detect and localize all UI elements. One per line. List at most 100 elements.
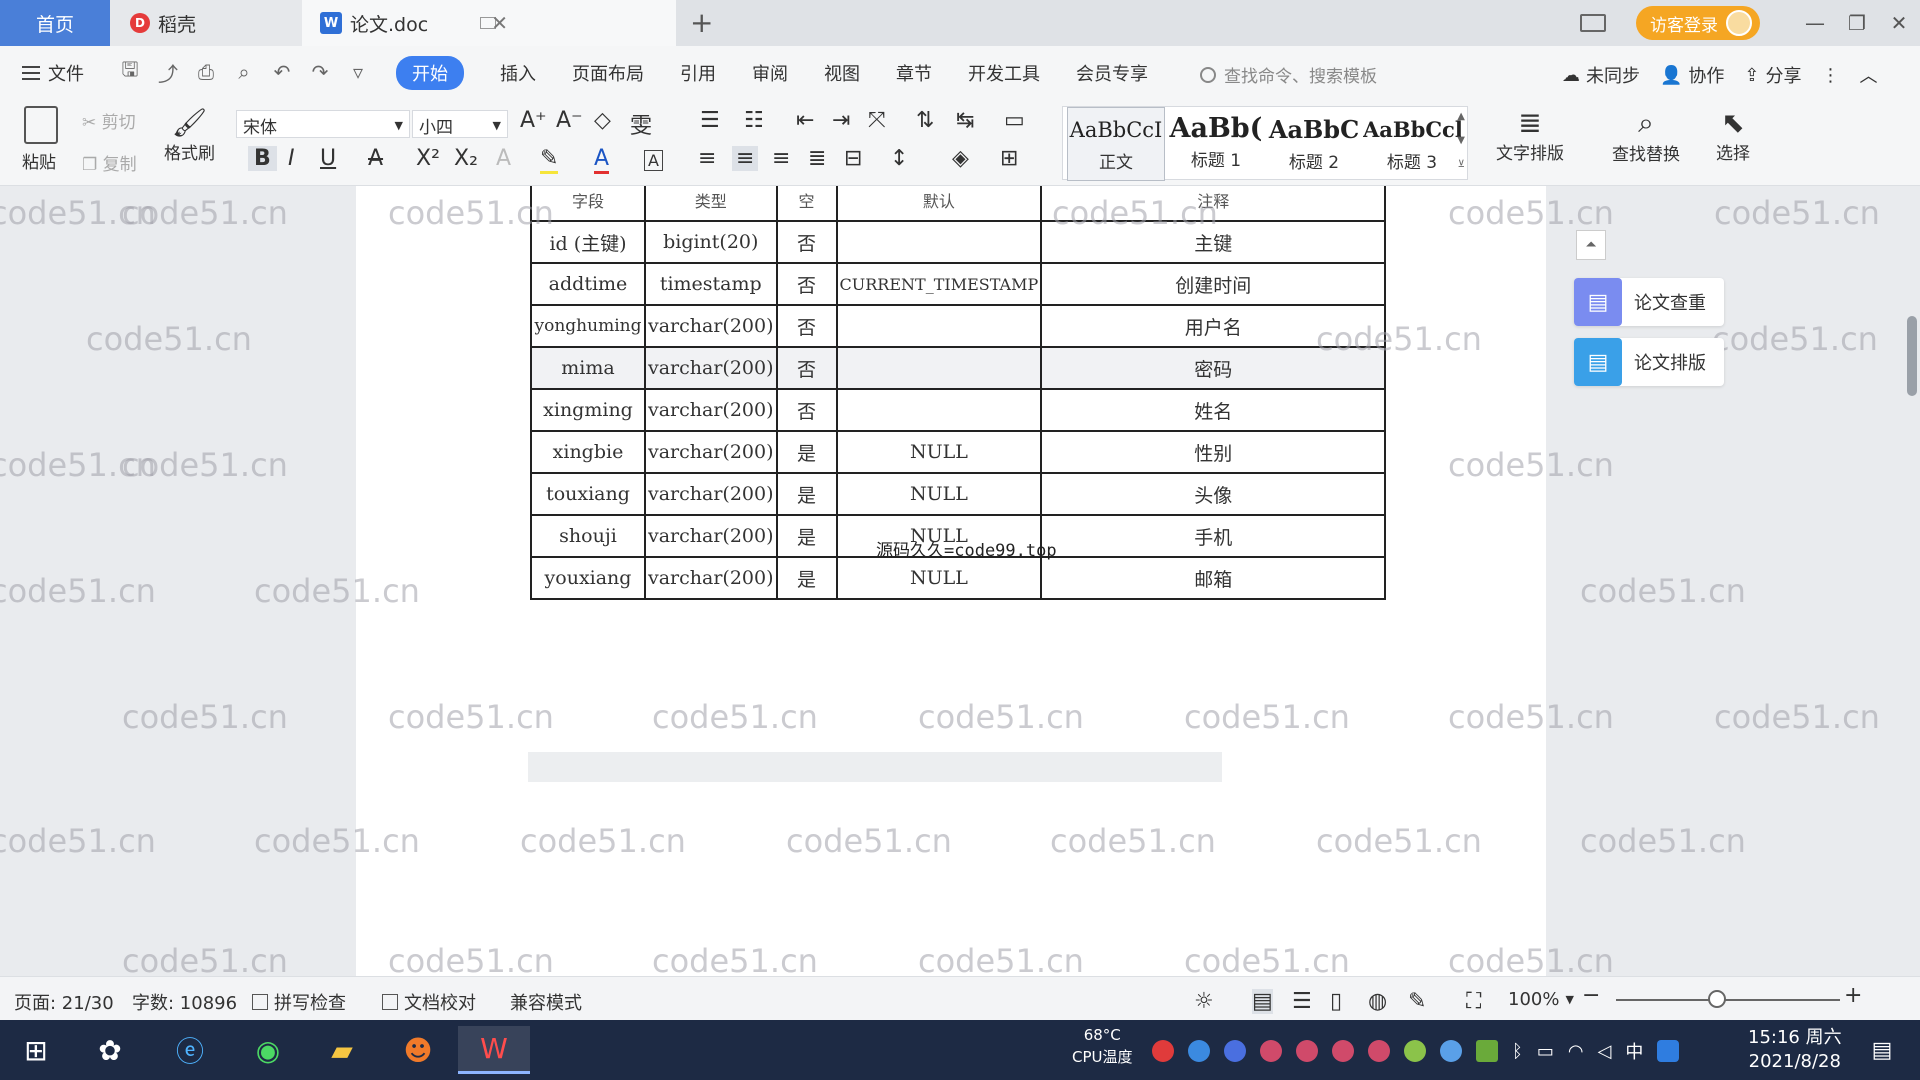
bullet-list-icon[interactable]: ☰ [700, 108, 720, 133]
superscript-button[interactable]: X² [416, 146, 440, 171]
sort-icon[interactable]: ⇅ [916, 108, 934, 133]
tab-insert[interactable]: 插入 [482, 56, 554, 90]
page-indicator[interactable]: 页面: 21/30 [14, 989, 114, 1015]
undo-icon[interactable]: ↶ [270, 60, 294, 84]
copy-button[interactable]: ❐ 复制 [82, 150, 137, 175]
zoom-level[interactable]: 100% ▼ [1508, 989, 1574, 1010]
increase-indent-icon[interactable]: ⇥ [832, 108, 850, 133]
eye-protect-icon[interactable]: ☼ [1194, 989, 1214, 1014]
sync-button[interactable]: ☁ 未同步 [1562, 62, 1640, 88]
tab-view[interactable]: 视图 [806, 56, 878, 90]
thesis-check-button[interactable]: ▤ 论文查重 [1574, 278, 1724, 326]
style-heading-2[interactable]: AaBbC 标题 2 [1265, 107, 1363, 181]
font-size-select[interactable]: 小四 ▼ [412, 110, 508, 138]
chinese-layout-icon[interactable]: ⤧ [868, 108, 886, 133]
redo-icon[interactable]: ↷ [308, 60, 332, 84]
tray-app-icon[interactable] [1440, 1040, 1462, 1062]
tray-app-icon[interactable] [1404, 1040, 1426, 1062]
decrease-indent-icon[interactable]: ⇤ [796, 108, 814, 133]
tray-app-icon[interactable] [1368, 1040, 1390, 1062]
style-heading-3[interactable]: AaBbCcl 标题 3 [1363, 107, 1461, 181]
reading-mode-icon[interactable] [1580, 14, 1606, 32]
bluetooth-icon[interactable]: ᛒ [1512, 1041, 1523, 1062]
style-normal[interactable]: AaBbCcI 正文 [1067, 107, 1165, 181]
tab-page-layout[interactable]: 页面布局 [554, 56, 662, 90]
distribute-icon[interactable]: ⊟ [844, 146, 862, 171]
print-preview-icon[interactable]: ⌕ [232, 60, 256, 84]
clear-format-icon[interactable]: ◇ [594, 108, 611, 133]
tab-review[interactable]: 审阅 [734, 56, 806, 90]
notification-icon[interactable]: ▤ [1858, 1026, 1906, 1074]
tab-start[interactable]: 开始 [396, 56, 464, 90]
close-tab-icon[interactable]: ✕ [491, 11, 508, 35]
gallery-up-icon[interactable]: ▲ [1457, 111, 1465, 122]
minimize-icon[interactable]: — [1794, 11, 1836, 35]
format-painter-button[interactable]: 🖌 格式刷 [164, 106, 215, 164]
print-icon[interactable]: ⎙ [194, 60, 218, 84]
shield-icon[interactable] [1224, 1040, 1246, 1062]
scrollbar-thumb[interactable] [1907, 316, 1917, 396]
tab-references[interactable]: 引用 [662, 56, 734, 90]
windows-start-icon[interactable]: ⊞ [12, 1026, 60, 1074]
gallery-expand-icon[interactable]: ⊻ [1458, 159, 1465, 170]
find-replace-button[interactable]: ⌕ 查找替换 [1612, 106, 1680, 165]
justify-icon[interactable]: ≣ [808, 146, 826, 171]
subscript-button[interactable]: X₂ [454, 146, 478, 171]
collapse-ribbon-icon[interactable]: ︿ [1860, 62, 1878, 88]
pinwheel-app-icon[interactable]: ✿ [86, 1026, 134, 1074]
tab-chapter[interactable]: 章节 [878, 56, 950, 90]
more-icon[interactable]: ⋮ [1822, 62, 1840, 88]
zoom-out-icon[interactable]: − [1582, 983, 1600, 1008]
collab-button[interactable]: 👤 协作 [1660, 62, 1724, 88]
vertical-scrollbar[interactable] [1904, 186, 1920, 976]
font-color-icon[interactable]: A [594, 146, 610, 174]
system-clock[interactable]: 15:16 周六 2021/8/28 [1748, 1026, 1842, 1074]
paste-button[interactable]: 粘贴 [22, 106, 58, 173]
game-app-icon[interactable]: ☻ [394, 1026, 442, 1074]
borders-icon[interactable]: ⊞ [1000, 146, 1018, 171]
italic-button[interactable]: I [288, 146, 295, 171]
tab-document[interactable]: W 论文.doc ✕ [302, 0, 676, 46]
page-view-icon[interactable]: ▤ [1252, 989, 1273, 1014]
file-explorer-icon[interactable]: ▰ [318, 1026, 366, 1074]
shading-icon[interactable]: ◈ [952, 146, 969, 171]
zoom-slider-handle[interactable] [1708, 990, 1726, 1008]
ime-app-icon[interactable] [1657, 1040, 1680, 1062]
shrink-font-icon[interactable]: A⁻ [556, 108, 583, 133]
document-area[interactable]: 字段 类型 空 默认 注释 id (主键) bigint(20) 否 主键 ad… [0, 186, 1920, 976]
tab-home[interactable]: 首页 [0, 0, 110, 46]
tray-app-icon[interactable] [1332, 1040, 1354, 1062]
ime-indicator[interactable]: 中 [1625, 1038, 1643, 1064]
proofread-button[interactable]: 文档校对 [382, 989, 476, 1015]
pen-icon[interactable]: ✎ [1408, 989, 1426, 1014]
tab-member[interactable]: 会员专享 [1058, 56, 1166, 90]
save-icon[interactable]: 🖫 [118, 57, 142, 84]
file-menu[interactable]: 文件 [22, 60, 84, 86]
gallery-down-icon[interactable]: ▼ [1457, 135, 1465, 146]
share-button[interactable]: ⇪ 分享 [1744, 62, 1801, 88]
document-page[interactable]: 字段 类型 空 默认 注释 id (主键) bigint(20) 否 主键 ad… [356, 186, 1546, 976]
style-heading-1[interactable]: AaBb( 标题 1 [1167, 107, 1265, 181]
ie-browser-icon[interactable]: ⓔ [166, 1026, 214, 1074]
close-window-icon[interactable]: ✕ [1878, 11, 1920, 35]
read-view-icon[interactable]: ▯ [1330, 989, 1342, 1014]
thesis-layout-button[interactable]: ▤ 论文排版 [1574, 338, 1724, 386]
ruler-icon[interactable]: ▭ [1004, 108, 1025, 133]
select-button[interactable]: ⬉ 选择 [1716, 106, 1750, 164]
word-count[interactable]: 字数: 10896 [132, 989, 237, 1015]
nvidia-icon[interactable] [1476, 1040, 1498, 1062]
new-tab-button[interactable]: + [690, 6, 713, 39]
spellcheck-button[interactable]: 拼写检查 [252, 989, 346, 1015]
tray-app-icon[interactable] [1296, 1040, 1318, 1062]
line-spacing-icon[interactable]: ↕ [890, 146, 908, 171]
fit-page-icon[interactable]: ⛶ [1466, 989, 1481, 1014]
command-search[interactable]: 查找命令、搜索模板 [1200, 62, 1377, 87]
show-marks-icon[interactable]: ↹ [956, 108, 974, 133]
wps-writer-icon[interactable]: W [458, 1026, 530, 1074]
web-view-icon[interactable]: ◍ [1368, 989, 1387, 1014]
customize-chevron-icon[interactable]: ▿ [346, 60, 370, 84]
underline-button[interactable]: U [320, 146, 336, 171]
strikethrough-button[interactable]: A [368, 146, 383, 171]
cut-button[interactable]: ✂ 剪切 [82, 108, 136, 133]
char-border-icon[interactable]: A [644, 150, 663, 171]
